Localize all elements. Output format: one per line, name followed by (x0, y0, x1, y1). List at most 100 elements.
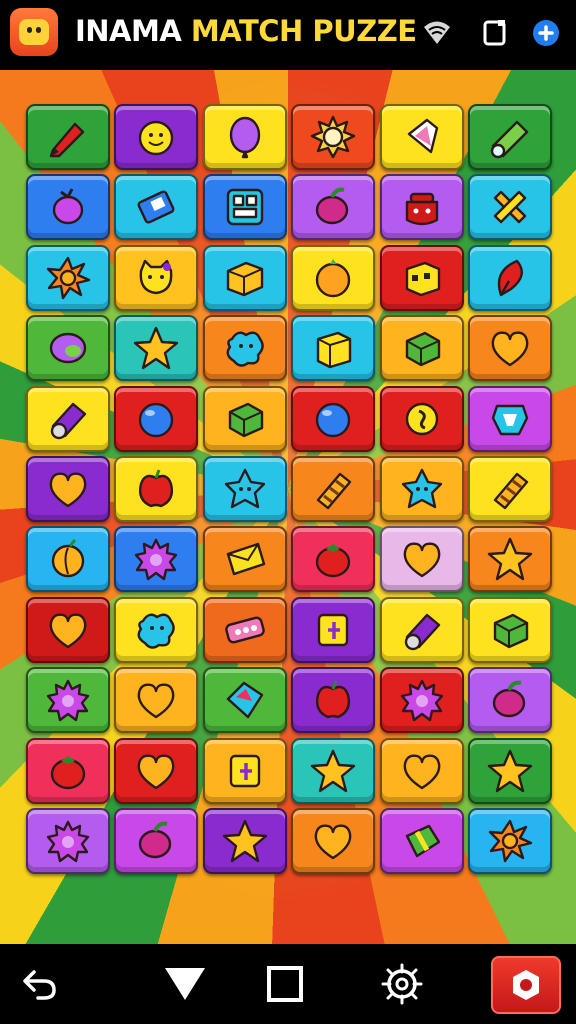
tile-r6-c2[interactable] (114, 455, 199, 522)
tile-r9-c2[interactable] (114, 667, 199, 734)
tile-r6-c6[interactable] (467, 455, 552, 522)
tile-r10-c6[interactable] (467, 737, 552, 804)
tile-r7-c2[interactable] (114, 526, 199, 593)
tile-r3-c5[interactable] (379, 244, 464, 311)
diamond-icon (226, 681, 263, 719)
blob-icon (226, 331, 264, 367)
tile-r11-c3[interactable] (202, 807, 287, 874)
game-board (0, 70, 576, 944)
screen-icon[interactable] (480, 18, 510, 48)
tile-r4-c1[interactable] (26, 315, 110, 382)
gem-icon (407, 118, 438, 154)
tile-r4-c3[interactable] (202, 315, 287, 382)
tile-r11-c2[interactable] (114, 807, 199, 874)
tile-r5-c4[interactable] (291, 385, 376, 452)
tile-r10-c3[interactable] (202, 737, 287, 804)
tile-r2-c2[interactable] (114, 174, 199, 241)
target-icon[interactable] (380, 962, 424, 1006)
oval-icon (49, 332, 87, 364)
tile-r10-c1[interactable] (26, 737, 110, 804)
tile-r8-c6[interactable] (467, 596, 552, 663)
candy-box-icon (405, 824, 440, 858)
tile-r5-c3[interactable] (202, 385, 287, 452)
tile-r3-c1[interactable] (26, 244, 110, 311)
battery-icon (137, 190, 175, 224)
tile-r1-c4[interactable] (291, 104, 376, 170)
pot-icon (405, 193, 438, 226)
star-icon (134, 326, 179, 370)
tile-r3-c6[interactable] (467, 244, 552, 311)
tile-r5-c6[interactable] (467, 385, 552, 452)
tile-r7-c3[interactable] (202, 526, 287, 593)
tile-r11-c1[interactable] (26, 807, 110, 874)
tile-r9-c4[interactable] (291, 667, 376, 734)
game-title-part1: INAMA (75, 14, 182, 48)
tile-r6-c1[interactable] (26, 455, 110, 522)
tile-r5-c2[interactable] (114, 385, 199, 452)
tile-r9-c5[interactable] (379, 667, 464, 734)
wifi-icon[interactable] (422, 18, 452, 48)
tile-r9-c1[interactable] (26, 667, 110, 734)
tile-r3-c4[interactable] (291, 244, 376, 311)
tile-r8-c3[interactable] (202, 596, 287, 663)
tile-r6-c3[interactable] (202, 455, 287, 522)
heart-icon (491, 331, 529, 367)
tile-r1-c6[interactable] (467, 104, 552, 170)
tile-r7-c1[interactable] (26, 526, 110, 593)
tile-r4-c5[interactable] (379, 315, 464, 382)
tile-r10-c2[interactable] (114, 737, 199, 804)
tile-r2-c1[interactable] (26, 174, 110, 241)
tile-r2-c5[interactable] (379, 174, 464, 241)
tile-r1-c1[interactable] (26, 104, 110, 170)
tile-r8-c4[interactable] (291, 596, 376, 663)
tile-r5-c1[interactable] (26, 385, 110, 452)
game-title: INAMA MATCH PUZZE (75, 14, 417, 48)
home-triangle-icon[interactable] (163, 962, 207, 1006)
tile-r6-c4[interactable] (291, 455, 376, 522)
tile-r1-c3[interactable] (202, 104, 287, 170)
balloon-icon (229, 116, 260, 159)
recents-square-icon[interactable] (263, 962, 307, 1006)
tile-r4-c6[interactable] (467, 315, 552, 382)
tile-r7-c4[interactable] (291, 526, 376, 593)
tile-r11-c4[interactable] (291, 807, 376, 874)
tile-r3-c3[interactable] (202, 244, 287, 311)
tile-r10-c4[interactable] (291, 737, 376, 804)
tile-r5-c5[interactable] (379, 385, 464, 452)
tile-r4-c4[interactable] (291, 315, 376, 382)
cube-icon (228, 402, 263, 437)
roll-icon (490, 120, 529, 159)
tile-r8-c2[interactable] (114, 596, 199, 663)
tile-r6-c5[interactable] (379, 455, 464, 522)
tile-r8-c5[interactable] (379, 596, 464, 663)
berry-icon (492, 680, 526, 718)
tile-r8-c1[interactable] (26, 596, 110, 663)
tile-r1-c2[interactable] (114, 104, 199, 170)
coin-icon (405, 402, 438, 435)
tile-r3-c2[interactable] (114, 244, 199, 311)
tile-r2-c4[interactable] (291, 174, 376, 241)
tomato-icon (50, 755, 86, 789)
tomato-icon (315, 544, 351, 578)
tile-r9-c3[interactable] (202, 667, 287, 734)
apple-icon (316, 680, 351, 719)
tile-r2-c6[interactable] (467, 174, 552, 241)
crayon-icon (49, 122, 85, 158)
tile-r4-c2[interactable] (114, 315, 199, 382)
tile-r10-c5[interactable] (379, 737, 464, 804)
back-icon[interactable] (18, 962, 62, 1006)
add-icon[interactable] (531, 18, 561, 48)
tile-r11-c6[interactable] (467, 807, 552, 874)
app-face-icon[interactable] (10, 8, 58, 56)
tile-r9-c6[interactable] (467, 667, 552, 734)
tile-r7-c5[interactable] (379, 526, 464, 593)
tile-r7-c6[interactable] (467, 526, 552, 593)
tile-r11-c5[interactable] (379, 807, 464, 874)
heart-icon (138, 754, 175, 789)
orange-icon (315, 258, 351, 297)
burst-icon (135, 539, 178, 581)
settings-icon[interactable] (491, 956, 561, 1014)
tile-r2-c3[interactable] (202, 174, 287, 241)
tag-icon (317, 613, 349, 646)
tile-r1-c5[interactable] (379, 104, 464, 170)
